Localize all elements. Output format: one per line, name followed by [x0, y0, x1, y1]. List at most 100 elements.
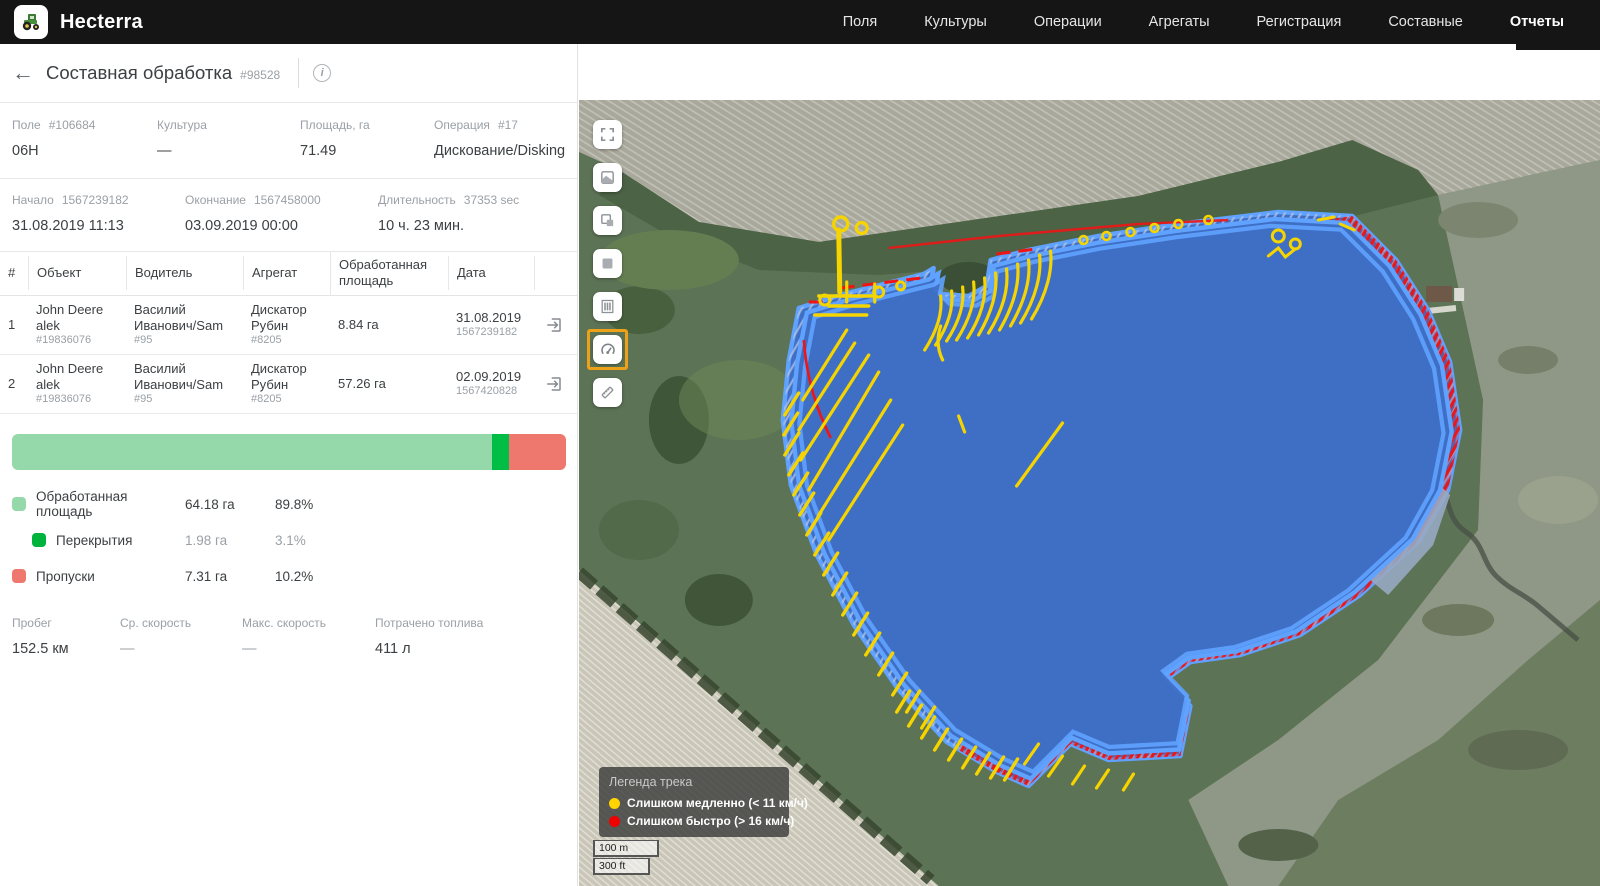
field-info-cell: Поле#106684 06Н: [12, 118, 157, 159]
tractor-icon: [19, 10, 43, 34]
table-row[interactable]: 1 John Deere alek#19836076 Василий Ивано…: [0, 296, 577, 355]
processed-swatch: [12, 497, 26, 511]
report-panel: ← Составная обработка #98528 i Поле#1066…: [0, 44, 578, 886]
row-driver: Василий Иванович/Sam#95: [126, 302, 243, 348]
coverage-bar: [12, 434, 566, 470]
nav-item-crops[interactable]: Культуры: [924, 14, 987, 30]
row-implement: Дискатор Рубин#8205: [243, 302, 330, 348]
row-num: 2: [0, 376, 28, 392]
slow-dot: [609, 798, 620, 809]
active-tab-extension: [1516, 44, 1600, 50]
speed-control: [593, 335, 622, 364]
start-value: 31.08.2019 11:13: [12, 218, 185, 234]
crop-value: —: [157, 143, 300, 159]
max-speed-cell: Макс. скорость —: [242, 616, 375, 657]
nav-item-operations[interactable]: Операции: [1034, 14, 1102, 30]
avg-speed-cell: Ср. скорость —: [120, 616, 242, 657]
ruler-icon[interactable]: [593, 378, 622, 407]
coverage-legend: Обработанная площадь 64.18 га 89.8% Пере…: [0, 486, 577, 594]
field-info-section: Поле#106684 06Н Культура — Площадь, га 7…: [0, 103, 577, 179]
operations-table: # Объект Водитель Агрегат Обработанная п…: [0, 252, 577, 414]
exit-to-app-icon: [545, 375, 563, 393]
page-title: Составная обработка: [46, 62, 232, 84]
start-cell: Начало1567239182 31.08.2019 11:13: [12, 193, 185, 234]
duration-cell: Длительность37353 sec 10 ч. 23 мин.: [378, 193, 565, 234]
mileage-value: 152.5 км: [12, 641, 120, 657]
track-legend-fast: Слишком быстро (> 16 км/ч): [609, 814, 779, 828]
coverage-bar-skips: [509, 434, 566, 470]
row-implement: Дискатор Рубин#8205: [243, 361, 330, 407]
divider: [298, 58, 299, 88]
map-scale: 100 m 300 ft: [593, 840, 659, 875]
nav-item-reports[interactable]: Отчеты: [1510, 14, 1564, 30]
track-legend-title: Легенда трека: [609, 775, 779, 789]
brand: Hecterra: [0, 5, 143, 39]
row-area: 57.26 га: [330, 376, 448, 392]
col-object: Объект: [28, 256, 126, 290]
table-row[interactable]: 2 John Deere alek#19836076 Василий Ивано…: [0, 355, 577, 414]
fuel-value: 411 л: [375, 641, 565, 657]
open-row-button[interactable]: [534, 316, 577, 334]
row-num: 1: [0, 317, 28, 333]
skips-swatch: [12, 569, 26, 583]
fullscreen-icon[interactable]: [593, 120, 622, 149]
table-header: # Объект Водитель Агрегат Обработанная п…: [0, 252, 577, 296]
coverage-bar-processed: [12, 434, 492, 470]
stats-section: Пробег 152.5 км Ср. скорость — Макс. ско…: [0, 600, 577, 673]
nav-item-registration[interactable]: Регистрация: [1257, 14, 1342, 30]
area-cell: Площадь, га 71.49: [300, 118, 434, 159]
nav-item-composite[interactable]: Составные: [1388, 14, 1463, 30]
farm-building: [1426, 286, 1452, 302]
nav-item-implements[interactable]: Агрегаты: [1149, 14, 1210, 30]
polygon-icon[interactable]: [593, 249, 622, 278]
info-icon[interactable]: i: [313, 64, 331, 82]
scale-imperial: 300 ft: [593, 858, 650, 875]
map-controls: [593, 120, 622, 407]
nav-item-fields[interactable]: Поля: [843, 14, 877, 30]
col-implement: Агрегат: [243, 256, 330, 290]
row-date: 02.09.20191567420828: [448, 369, 534, 399]
mileage-cell: Пробег 152.5 км: [12, 616, 120, 657]
avg-speed-value: —: [120, 641, 242, 657]
timing-section: Начало1567239182 31.08.2019 11:13 Оконча…: [0, 179, 577, 252]
fast-dot: [609, 816, 620, 827]
app-logo-icon[interactable]: [14, 5, 48, 39]
brand-name: Hecterra: [60, 11, 143, 34]
track-legend-slow: Слишком медленно (< 11 км/ч): [609, 796, 779, 810]
coverage-legend-row: Обработанная площадь 64.18 га 89.8%: [0, 486, 577, 522]
row-object: John Deere alek#19836076: [28, 361, 126, 407]
map-canvas[interactable]: Легенда трека Слишком медленно (< 11 км/…: [579, 100, 1600, 886]
page-id: #98528: [240, 68, 280, 82]
track-legend: Легенда трека Слишком медленно (< 11 км/…: [599, 767, 789, 837]
col-driver: Водитель: [126, 256, 243, 290]
coverage-legend-row: Пропуски 7.31 га 10.2%: [0, 558, 577, 594]
col-num: #: [0, 256, 28, 290]
tracks-icon[interactable]: [593, 292, 622, 321]
overlap-swatch: [32, 533, 46, 547]
page-header: ← Составная обработка #98528 i: [0, 44, 577, 103]
speed-icon[interactable]: [593, 335, 622, 364]
col-area: Обработанная площадь: [330, 252, 448, 295]
row-area: 8.84 га: [330, 317, 448, 333]
fuel-cell: Потрачено топлива 411 л: [375, 616, 565, 657]
operation-cell: Операция#17 Дискование/Disking: [434, 118, 565, 159]
duration-value: 10 ч. 23 мин.: [378, 218, 565, 234]
overlay-icon[interactable]: [593, 206, 622, 235]
end-cell: Окончание1567458000 03.09.2019 00:00: [185, 193, 378, 234]
back-button[interactable]: ←: [12, 60, 42, 86]
open-row-button[interactable]: [534, 375, 577, 393]
row-object: John Deere alek#19836076: [28, 302, 126, 348]
row-driver: Василий Иванович/Sam#95: [126, 361, 243, 407]
max-speed-value: —: [242, 641, 375, 657]
operation-value: Дискование/Disking: [434, 143, 565, 159]
exit-to-app-icon: [545, 316, 563, 334]
main-nav: Поля Культуры Операции Агрегаты Регистра…: [843, 14, 1600, 30]
area-value: 71.49: [300, 143, 434, 159]
col-actions: [534, 256, 577, 290]
coverage-bar-overlap: [492, 434, 509, 470]
basemap-icon[interactable]: [593, 163, 622, 192]
field-name: 06Н: [12, 143, 157, 159]
row-date: 31.08.20191567239182: [448, 310, 534, 340]
end-value: 03.09.2019 00:00: [185, 218, 378, 234]
crop-cell: Культура —: [157, 118, 300, 159]
